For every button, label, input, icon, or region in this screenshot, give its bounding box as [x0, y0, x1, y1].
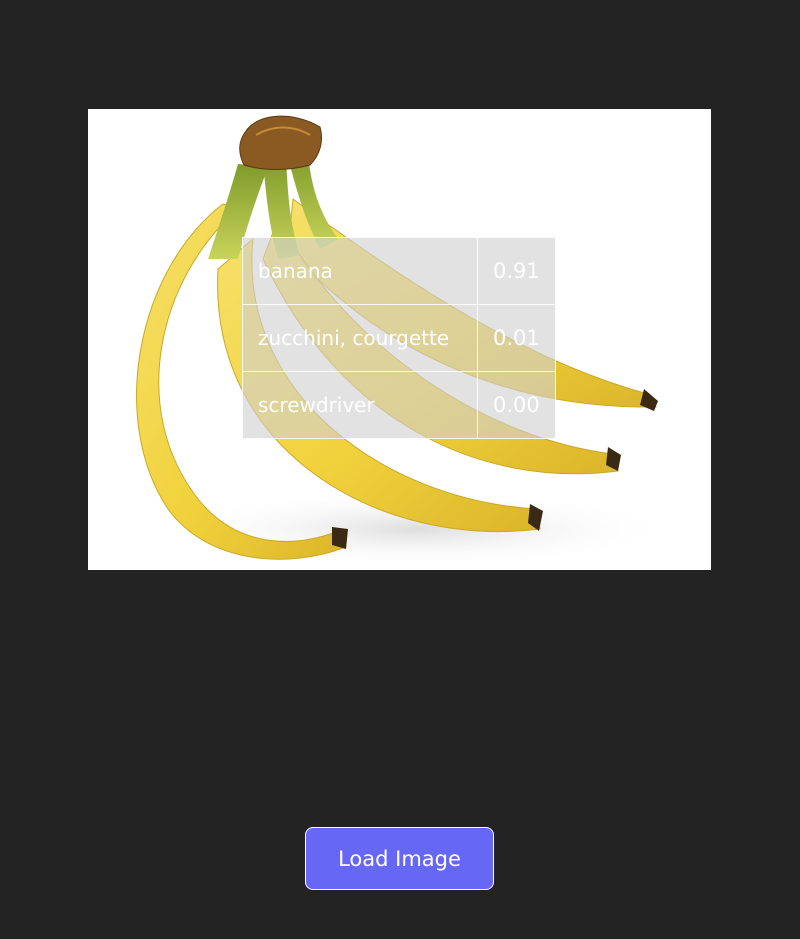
classified-photo: banana 0.91 zucchini, courgette 0.01 scr…	[88, 109, 711, 570]
table-row: screwdriver 0.00	[242, 371, 556, 439]
load-image-button[interactable]: Load Image	[305, 827, 494, 890]
prediction-label: banana	[242, 237, 478, 305]
table-row: banana 0.91	[242, 237, 556, 305]
prediction-score: 0.91	[477, 237, 556, 305]
prediction-label: zucchini, courgette	[242, 304, 478, 372]
predictions-table: banana 0.91 zucchini, courgette 0.01 scr…	[242, 237, 556, 439]
prediction-score: 0.01	[477, 304, 556, 372]
prediction-label: screwdriver	[242, 371, 478, 439]
prediction-score: 0.00	[477, 371, 556, 439]
table-row: zucchini, courgette 0.01	[242, 304, 556, 372]
app-stage: banana 0.91 zucchini, courgette 0.01 scr…	[0, 0, 800, 939]
